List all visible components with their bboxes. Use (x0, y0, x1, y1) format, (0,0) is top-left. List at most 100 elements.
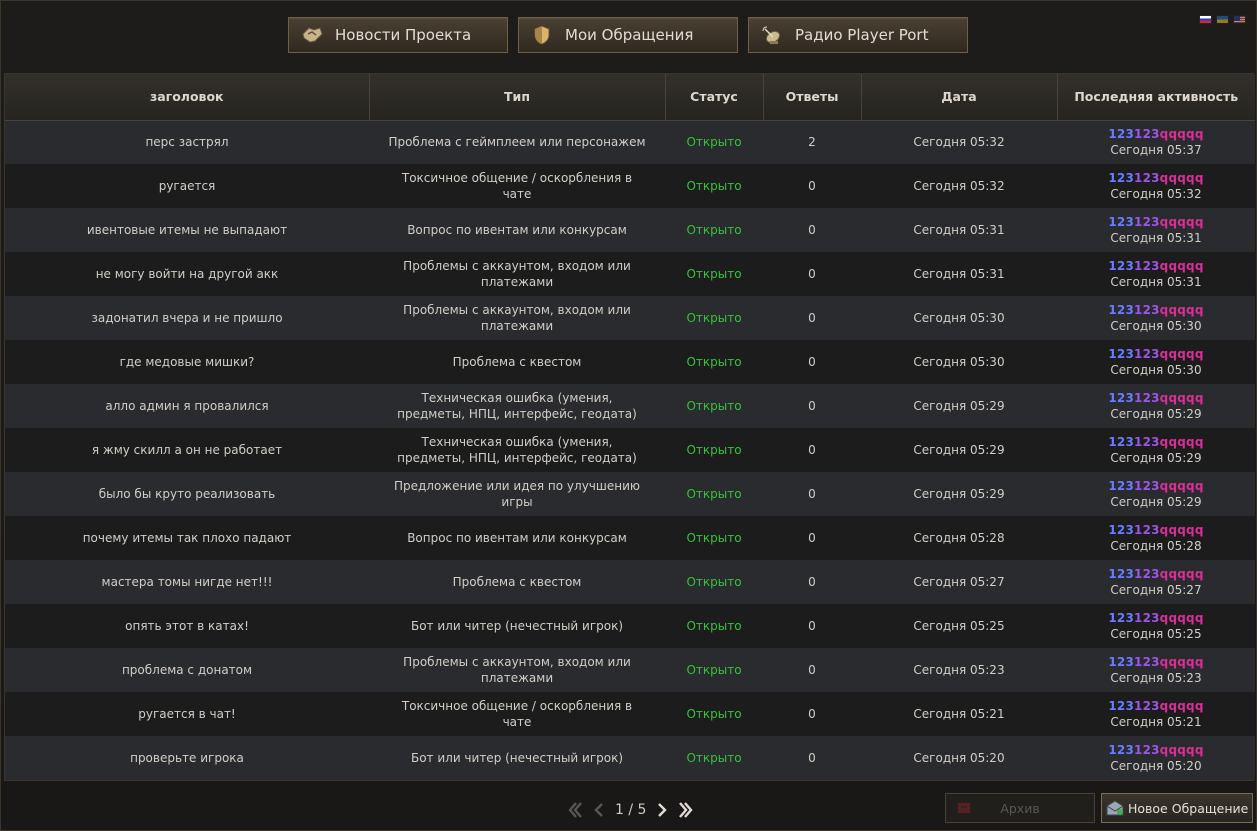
user-name-part: qqqqq (1159, 611, 1204, 625)
last-activity-user[interactable]: 123123qqqqq (1075, 478, 1237, 494)
user-name-part: 123 (1108, 611, 1135, 625)
ticket-last-activity: 123123qqqqq Сегодня 05:27 (1057, 560, 1255, 604)
last-activity-user[interactable]: 123123qqqqq (1075, 346, 1237, 362)
last-activity-user[interactable]: 123123qqqqq (1075, 390, 1237, 406)
table-row[interactable]: почему итемы так плохо падают Вопрос по и… (5, 516, 1255, 560)
ticket-type: Бот или читер (нечестный игрок) (410, 751, 624, 765)
table-row[interactable]: алло админ я провалился Техническая ошибк… (5, 384, 1255, 428)
table-row[interactable]: ругается в чат! Токсичное общение / оскор… (5, 692, 1255, 736)
ticket-last-activity: 123123qqqqq Сегодня 05:30 (1057, 296, 1255, 340)
radio-button[interactable]: Радио Player Port (748, 17, 968, 53)
ticket-last-activity: 123123qqqqq Сегодня 05:31 (1057, 208, 1255, 252)
last-activity-user[interactable]: 123123qqqqq (1075, 434, 1237, 450)
ticket-title[interactable]: мастера томы нигде нет!!! (5, 560, 369, 604)
ticket-title[interactable]: задонатил вчера и не пришло (5, 296, 369, 340)
last-activity-user[interactable]: 123123qqqqq (1075, 698, 1237, 714)
user-name-part: 123 (1134, 743, 1160, 757)
my-tickets-button[interactable]: Мои Обращения (518, 17, 738, 53)
table-row[interactable]: проблема с донатом Проблемы с аккаунтом, … (5, 648, 1255, 692)
us-flag-icon[interactable] (1233, 15, 1246, 24)
ticket-title[interactable]: не могу войти на другой акк (5, 252, 369, 296)
table-row[interactable]: перс застрял Проблема с геймплеем или пер… (5, 120, 1255, 164)
last-activity-user[interactable]: 123123qqqqq (1075, 170, 1237, 186)
ticket-date: Сегодня 05:31 (913, 223, 1005, 237)
table-header-row: заголовок Тип Статус Ответы Дата Последн… (5, 74, 1255, 121)
ticket-date: Сегодня 05:29 (913, 443, 1005, 457)
last-activity-user[interactable]: 123123qqqqq (1075, 522, 1237, 538)
news-button[interactable]: Новости Проекта (288, 17, 508, 53)
prev-page-button[interactable] (591, 800, 607, 820)
ticket-title[interactable]: алло админ я провалился (5, 384, 369, 428)
ticket-title[interactable]: ругается в чат! (5, 692, 369, 736)
ticket-status: Открыто (686, 619, 742, 633)
user-name-part: 123 (1108, 743, 1135, 757)
table-row[interactable]: не могу войти на другой акк Проблемы с ак… (5, 252, 1255, 296)
ticket-title[interactable]: проблема с донатом (5, 648, 369, 692)
ticket-title[interactable]: перс застрял (5, 120, 369, 164)
ukrainian-flag-icon[interactable] (1216, 15, 1229, 24)
header-replies[interactable]: Ответы (763, 74, 862, 121)
news-button-label: Новости Проекта (335, 26, 472, 44)
page-separator: / (628, 802, 634, 818)
ticket-title[interactable]: почему итемы так плохо падают (5, 516, 369, 560)
table-row[interactable]: мастера томы нигде нет!!! Проблема с квес… (5, 560, 1255, 604)
user-name-part: 123 (1108, 435, 1135, 449)
shield-icon (519, 25, 565, 45)
ticket-title[interactable]: проверьте игрока (5, 736, 369, 780)
first-page-button[interactable] (567, 800, 583, 820)
last-activity-time: Сегодня 05:30 (1110, 363, 1202, 377)
ticket-title[interactable]: было бы круто реализовать (5, 472, 369, 516)
user-name-part: qqqqq (1159, 699, 1204, 713)
russian-flag-icon[interactable] (1199, 15, 1212, 24)
ticket-date: Сегодня 05:29 (913, 399, 1005, 413)
user-name-part: qqqqq (1159, 303, 1204, 317)
ticket-title[interactable]: я жму скилл а он не работает (5, 428, 369, 472)
last-page-button[interactable] (678, 800, 694, 820)
archive-button[interactable]: Архив (945, 793, 1095, 823)
table-row[interactable]: проверьте игрока Бот или читер (нечестный… (5, 736, 1255, 780)
header-status[interactable]: Статус (665, 74, 764, 121)
ticket-title[interactable]: ругается (5, 164, 369, 208)
new-ticket-button[interactable]: Новое Обращение (1101, 793, 1253, 823)
table-row[interactable]: опять этот в катах! Бот или читер (нечест… (5, 604, 1255, 648)
ticket-title[interactable]: ивентовые итемы не выпадают (5, 208, 369, 252)
header-title[interactable]: заголовок (5, 74, 370, 121)
user-name-part: 123 (1134, 655, 1160, 669)
user-name-part: 123 (1134, 567, 1160, 581)
table-row[interactable]: ивентовые итемы не выпадают Вопрос по иве… (5, 208, 1255, 252)
user-name-part: 123 (1108, 127, 1135, 142)
user-name-part: qqqqq (1159, 567, 1204, 581)
last-activity-user[interactable]: 123123qqqqq (1075, 126, 1237, 142)
user-name-part: 123 (1108, 171, 1135, 185)
header-last-activity[interactable]: Последняя активность (1057, 74, 1255, 121)
last-activity-user[interactable]: 123123qqqqq (1075, 610, 1237, 626)
user-name-part: 123 (1134, 479, 1160, 493)
ticket-status: Открыто (686, 135, 742, 150)
table-row[interactable]: где медовые мишки? Проблема с квестом Откр… (5, 340, 1255, 384)
page-indicator: 1 / 5 (615, 802, 646, 818)
last-activity-time: Сегодня 05:31 (1110, 231, 1202, 245)
last-activity-user[interactable]: 123123qqqqq (1075, 566, 1237, 582)
table-row[interactable]: ругается Токсичное общение / оскорбления … (5, 164, 1255, 208)
user-name-part: 123 (1108, 347, 1135, 361)
ticket-title[interactable]: опять этот в катах! (5, 604, 369, 648)
ticket-title[interactable]: где медовые мишки? (5, 340, 369, 384)
last-activity-user[interactable]: 123123qqqqq (1075, 302, 1237, 318)
last-activity-user[interactable]: 123123qqqqq (1075, 742, 1237, 758)
header-date[interactable]: Дата (861, 74, 1058, 121)
header-type[interactable]: Тип (369, 74, 666, 121)
user-name-part: 123 (1108, 699, 1135, 713)
next-page-button[interactable] (654, 800, 670, 820)
table-row[interactable]: было бы круто реализовать Предложение или… (5, 472, 1255, 516)
user-name-part: qqqqq (1159, 259, 1204, 273)
table-row[interactable]: я жму скилл а он не работает Техническая … (5, 428, 1255, 472)
archive-icon (946, 801, 982, 815)
ticket-replies: 0 (808, 619, 816, 633)
last-activity-user[interactable]: 123123qqqqq (1075, 654, 1237, 670)
user-name-part: 123 (1134, 215, 1160, 229)
last-activity-user[interactable]: 123123qqqqq (1075, 214, 1237, 230)
table-row[interactable]: задонатил вчера и не пришло Проблемы с ак… (5, 296, 1255, 340)
last-activity-user[interactable]: 123123qqqqq (1075, 258, 1237, 274)
user-name-part: qqqqq (1159, 215, 1204, 229)
satellite-dish-icon (749, 25, 795, 45)
